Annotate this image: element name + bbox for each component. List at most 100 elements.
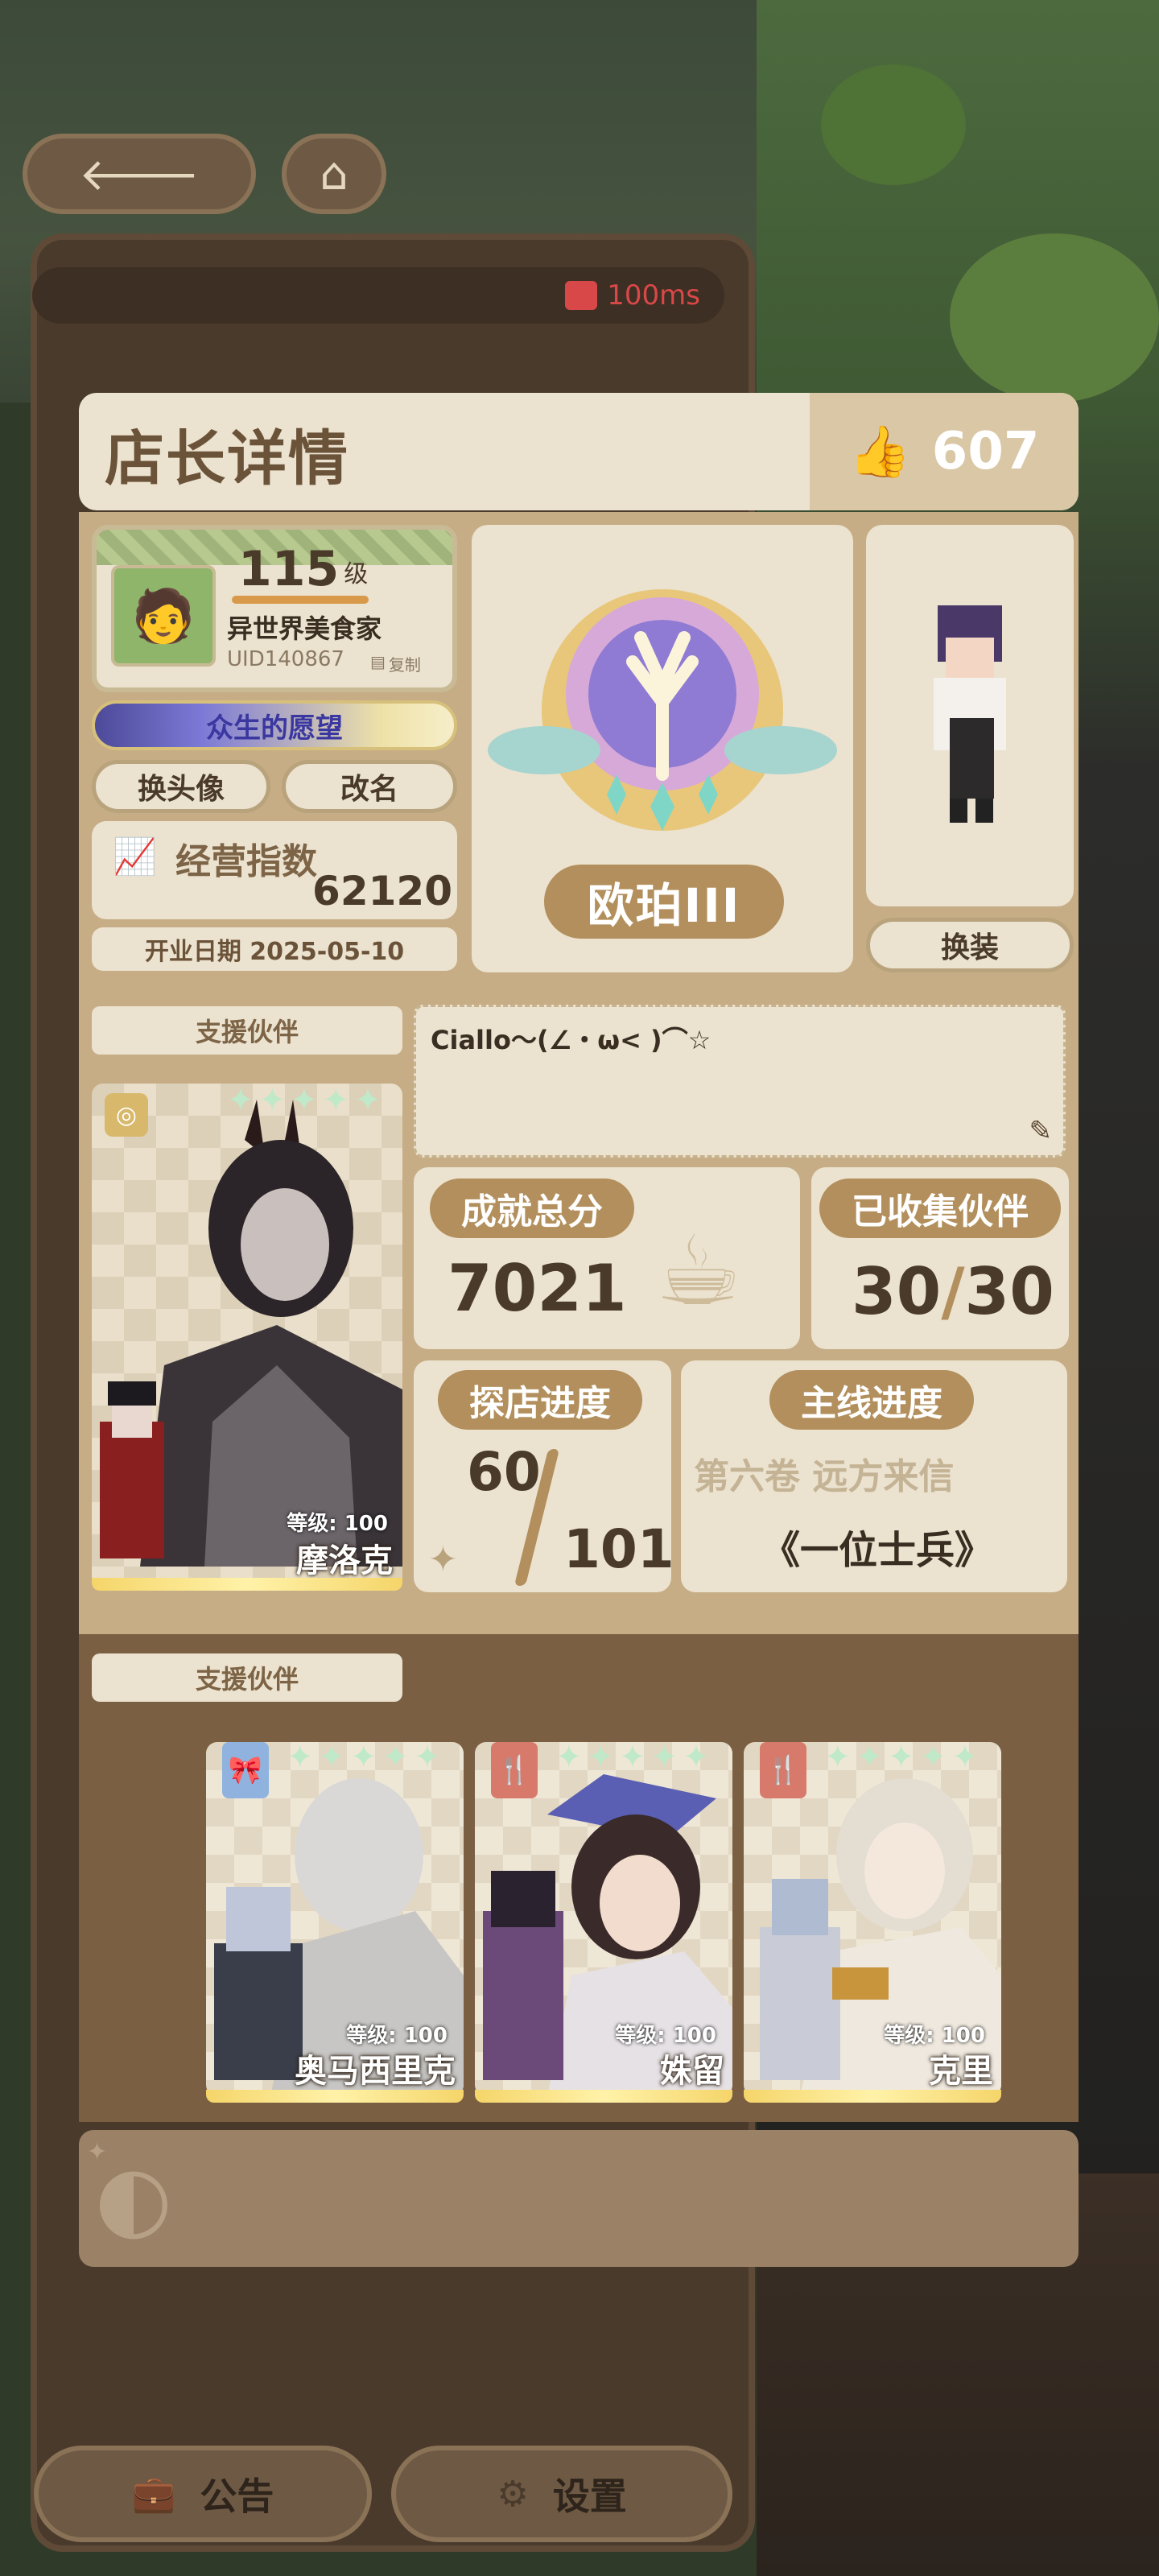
partner-glow (92, 1578, 402, 1591)
sparkle-icon: ✦ (87, 2138, 108, 2166)
main-partner-card[interactable]: ◎ ✦ ✦ ✦ ✦ ✦ 等级: 100 摩洛克 (92, 1084, 402, 1591)
support-partner-card[interactable]: 🍴 ✦ ✦ ✦ ✦ ✦ 等级: 100 克里 (744, 1742, 1001, 2096)
copy-icon: ▤ (370, 652, 386, 671)
rank-name: 欧珀III (587, 878, 741, 933)
rename-label: 改名 (340, 773, 398, 806)
copy-uid-button[interactable]: ▤ 复制 (370, 652, 421, 675)
explore-panel: 探店进度 60 101 ✦ (414, 1360, 674, 1592)
collected-sep: / (941, 1254, 965, 1329)
star-icon: ✦ (824, 1742, 852, 1776)
tree-decoration (821, 64, 966, 185)
star-icon: ✦ (322, 1084, 350, 1119)
coffee-bean-icon: ☕ (655, 1216, 742, 1327)
star-icon: ✦ (227, 1084, 254, 1119)
explore-label: 探店进度 (438, 1370, 642, 1430)
arrow-left-icon: 🡐 (78, 149, 200, 201)
collected-count: 30 / 30 (852, 1254, 1054, 1329)
achievement-label: 成就总分 (430, 1179, 634, 1238)
star-icon: ✦ (414, 1742, 441, 1776)
avatar[interactable]: 🧑 (111, 565, 216, 667)
star-icon: ✦ (382, 1742, 410, 1776)
partner-stars: ✦ ✦ ✦ ✦ ✦ (555, 1742, 710, 1776)
support-partner-card[interactable]: 🍴 ✦ ✦ ✦ ✦ ✦ 等级: 100 姝留 (475, 1742, 732, 2096)
signature-message[interactable]: Ciallo～(∠・ω< )⌒☆ ✎ (414, 1005, 1066, 1158)
star-icon: ✦ (350, 1742, 377, 1776)
support-partner-card[interactable]: 🎀 ✦ ✦ ✦ ✦ ✦ 等级: 100 奥马西里克 (206, 1742, 464, 2096)
open-date-text: 开业日期 2025-05-10 (144, 938, 405, 966)
explore-total: 101 (563, 1518, 674, 1580)
star-icon: ✦ (650, 1742, 678, 1776)
partner-stars: ✦ ✦ ✦ ✦ ✦ (227, 1084, 382, 1119)
star-icon: ✦ (354, 1084, 382, 1119)
network-status: 100ms (32, 267, 724, 324)
partner-name: 姝留 (660, 2053, 724, 2090)
wish-label: 众生的愿望 (206, 712, 343, 745)
star-icon: ✦ (555, 1742, 583, 1776)
level-value: 115 (238, 541, 340, 597)
partner-level: 等级: 100 (287, 1512, 388, 1536)
level-unit: 级 (344, 560, 369, 588)
support-partners-tag-label: 支援伙伴 (195, 1664, 299, 1695)
partner-name: 摩洛克 (296, 1542, 393, 1579)
dress-up-button[interactable]: 换装 (866, 918, 1074, 972)
main-partner-tag-label: 支援伙伴 (195, 1017, 299, 1047)
character-panel (866, 525, 1074, 906)
dress-up-label: 换装 (940, 931, 999, 964)
briefcase-icon: 💼 (131, 2474, 176, 2515)
star-icon: ✦ (619, 1742, 646, 1776)
edit-icon[interactable]: ✎ (1029, 1115, 1053, 1147)
page-title: 店长详情 (105, 424, 349, 493)
story-chapter: 《一位士兵》 (761, 1528, 994, 1573)
story-panel: 主线进度 第六卷 远方来信 《一位士兵》 (681, 1360, 1067, 1592)
star-icon: ✦ (258, 1084, 287, 1119)
partner-stars: ✦ ✦ ✦ ✦ ✦ (824, 1742, 979, 1776)
star-icon: ✦ (951, 1742, 979, 1776)
home-button[interactable]: ⌂ (282, 134, 386, 214)
wish-banner[interactable]: 众生的愿望 (92, 700, 457, 750)
settings-label: 设置 (552, 2475, 627, 2518)
collected-have: 30 (852, 1254, 942, 1329)
achievement-value: 7021 (448, 1251, 627, 1326)
home-icon: ⌂ (320, 147, 349, 200)
business-index-value: 62120 (312, 868, 452, 914)
business-index-panel: 📈 经营指数 62120 (92, 821, 457, 919)
partner-name: 奥马西里克 (295, 2053, 456, 2090)
player-uid: UID140867 (227, 647, 344, 671)
partner-portrait (100, 1100, 402, 1567)
rank-badge: 欧珀III (544, 865, 784, 939)
profile-card: 🧑 115 级 异世界美食家 UID140867 ▤ 复制 (92, 525, 457, 692)
bottom-decoration-panel: ◐ ✦ (79, 2130, 1079, 2267)
partner-stars: ✦ ✦ ✦ ✦ ✦ (287, 1742, 441, 1776)
level-display: 115 级 (238, 541, 368, 597)
ping-value: 100ms (607, 279, 700, 312)
story-volume: 第六卷 远方来信 (694, 1456, 955, 1497)
rename-button[interactable]: 改名 (282, 760, 457, 813)
partner-glow (744, 2090, 1001, 2103)
star-icon: ✦ (291, 1084, 318, 1119)
like-count: 607 (931, 422, 1040, 481)
star-icon: ✦ (888, 1742, 915, 1776)
settings-button[interactable]: ⚙ 设置 (391, 2446, 732, 2542)
exp-bar (232, 596, 369, 604)
rank-emblem (488, 589, 837, 831)
collected-label: 已收集伙伴 (819, 1179, 1061, 1238)
star-icon: ✦ (287, 1742, 314, 1776)
gear-icon: ⚙ (497, 2473, 529, 2515)
notice-button[interactable]: 💼 公告 (34, 2446, 372, 2542)
character-sprite (934, 605, 1006, 823)
collected-total: 30 (964, 1254, 1054, 1329)
star-icon: ✦ (318, 1742, 346, 1776)
signature-text: Ciallo～(∠・ω< )⌒☆ (431, 1025, 711, 1055)
partner-glow (475, 2090, 732, 2103)
story-label: 主线进度 (769, 1370, 974, 1430)
back-button[interactable]: 🡐 (23, 134, 256, 214)
like-button[interactable]: 👍 607 (810, 393, 1079, 510)
signal-icon (565, 281, 598, 310)
business-index-label: 经营指数 (175, 841, 317, 882)
star-icon: ✦ (856, 1742, 884, 1776)
change-avatar-label: 换头像 (137, 773, 225, 806)
star-icon: ✦ (587, 1742, 615, 1776)
change-avatar-button[interactable]: 换头像 (92, 760, 270, 813)
avatar-face-icon: 🧑 (131, 586, 196, 646)
notice-label: 公告 (200, 2475, 274, 2518)
